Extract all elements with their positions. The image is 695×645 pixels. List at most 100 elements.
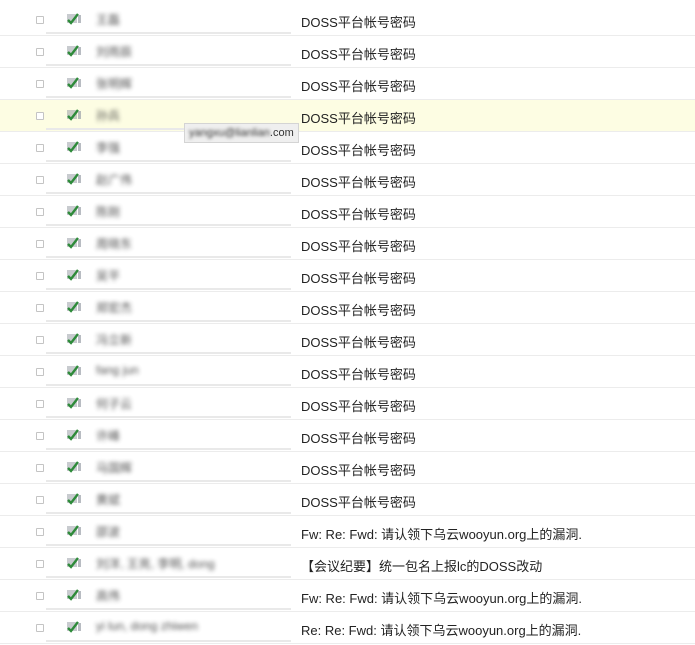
email-subject[interactable]: Fw: Re: Fwd: 请认领下乌云wooyun.org上的漏洞. (301, 524, 582, 543)
email-row[interactable]: 刘洋, 王亮, 李明, dong 【会议纪要】统一包名上报lc的DOSS改动 (0, 548, 695, 580)
mail-read-icon (66, 524, 82, 538)
email-subject[interactable]: DOSS平台帐号密码 (301, 140, 416, 159)
sender-name[interactable]: 邵波 (96, 523, 281, 540)
email-subject[interactable]: Fw: Re: Fwd: 请认领下乌云wooyun.org上的漏洞. (301, 588, 582, 607)
sender-underline (46, 512, 291, 514)
email-row[interactable]: 许峰 DOSS平台帐号密码 (0, 420, 695, 452)
email-subject[interactable]: 【会议纪要】统一包名上报lc的DOSS改动 (301, 556, 542, 575)
email-row[interactable]: 张明辉 DOSS平台帐号密码 (0, 68, 695, 100)
mail-read-icon (66, 364, 82, 378)
row-checkbox[interactable] (36, 528, 44, 536)
row-checkbox[interactable] (36, 240, 44, 248)
email-row[interactable]: 吴平 DOSS平台帐号密码 (0, 260, 695, 292)
row-checkbox[interactable] (36, 496, 44, 504)
row-checkbox[interactable] (36, 272, 44, 280)
email-row[interactable]: 周晓东 DOSS平台帐号密码 (0, 228, 695, 260)
sender-name[interactable]: yi lun, dong zhiwen (96, 619, 281, 636)
sender-name[interactable]: fang jun (96, 363, 281, 380)
email-row[interactable]: fang jun DOSS平台帐号密码 (0, 356, 695, 388)
sender-name[interactable]: 郑宏杰 (96, 299, 281, 316)
sender-address-tooltip: yangxu@lianlian.com (184, 123, 299, 143)
sender-name[interactable]: 陈刚 (96, 203, 281, 220)
email-row[interactable]: 黄斌 DOSS平台帐号密码 (0, 484, 695, 516)
mail-read-icon (66, 204, 82, 218)
email-subject[interactable]: DOSS平台帐号密码 (301, 428, 416, 447)
row-checkbox[interactable] (36, 80, 44, 88)
sender-name[interactable]: 刘雨辰 (96, 43, 281, 60)
email-subject[interactable]: DOSS平台帐号密码 (301, 172, 416, 191)
email-subject[interactable]: DOSS平台帐号密码 (301, 236, 416, 255)
sender-name[interactable]: 王磊 (96, 11, 281, 28)
email-row[interactable]: 邵波 Fw: Re: Fwd: 请认领下乌云wooyun.org上的漏洞. (0, 516, 695, 548)
email-subject[interactable]: DOSS平台帐号密码 (301, 268, 416, 287)
sender-name[interactable]: 何子云 (96, 395, 281, 412)
email-row[interactable]: 赵广伟 DOSS平台帐号密码 (0, 164, 695, 196)
email-subject[interactable]: DOSS平台帐号密码 (301, 332, 416, 351)
row-checkbox[interactable] (36, 176, 44, 184)
sender-name[interactable]: 周晓东 (96, 235, 281, 252)
row-checkbox[interactable] (36, 208, 44, 216)
email-subject[interactable]: DOSS平台帐号密码 (301, 108, 416, 127)
row-checkbox[interactable] (36, 400, 44, 408)
email-row[interactable]: 刘雨辰 DOSS平台帐号密码 (0, 36, 695, 68)
row-checkbox[interactable] (36, 304, 44, 312)
sender-name[interactable]: 赵广伟 (96, 171, 281, 188)
email-subject[interactable]: DOSS平台帐号密码 (301, 460, 416, 479)
sender-name[interactable]: 高伟 (96, 587, 281, 604)
row-checkbox[interactable] (36, 368, 44, 376)
mail-read-icon (66, 492, 82, 506)
email-row[interactable]: 孙兵 DOSS平台帐号密码 (0, 100, 695, 132)
sender-underline (46, 448, 291, 450)
email-subject[interactable]: DOSS平台帐号密码 (301, 396, 416, 415)
sender-underline (46, 224, 291, 226)
row-checkbox[interactable] (36, 624, 44, 632)
email-subject[interactable]: DOSS平台帐号密码 (301, 12, 416, 31)
sender-underline (46, 64, 291, 66)
email-row[interactable]: 郑宏杰 DOSS平台帐号密码 (0, 292, 695, 324)
email-subject[interactable]: DOSS平台帐号密码 (301, 76, 416, 95)
row-checkbox[interactable] (36, 48, 44, 56)
sender-name[interactable]: 马国辉 (96, 459, 281, 476)
row-checkbox[interactable] (36, 144, 44, 152)
email-row[interactable]: 高伟 Fw: Re: Fwd: 请认领下乌云wooyun.org上的漏洞. (0, 580, 695, 612)
row-checkbox[interactable] (36, 16, 44, 24)
mail-read-icon (66, 140, 82, 154)
sender-name[interactable]: 张明辉 (96, 75, 281, 92)
email-subject[interactable]: DOSS平台帐号密码 (301, 364, 416, 383)
sender-name[interactable]: 黄斌 (96, 491, 281, 508)
email-row[interactable]: 王磊 DOSS平台帐号密码 (0, 4, 695, 36)
row-checkbox[interactable] (36, 432, 44, 440)
mail-read-icon (66, 108, 82, 122)
email-row[interactable]: 何子云 DOSS平台帐号密码 (0, 388, 695, 420)
sender-name[interactable]: 吴平 (96, 267, 281, 284)
mail-read-icon (66, 236, 82, 250)
sender-underline (46, 320, 291, 322)
mail-read-icon (66, 588, 82, 602)
sender-name[interactable]: 孙兵 (96, 107, 281, 124)
row-checkbox[interactable] (36, 464, 44, 472)
sender-underline (46, 416, 291, 418)
sender-underline (46, 640, 291, 642)
email-row[interactable]: yi lun, dong zhiwen Re: Re: Fwd: 请认领下乌云wo… (0, 612, 695, 644)
sender-underline (46, 32, 291, 34)
email-subject[interactable]: DOSS平台帐号密码 (301, 44, 416, 63)
email-row[interactable]: 陈刚 DOSS平台帐号密码 (0, 196, 695, 228)
sender-name[interactable]: 许峰 (96, 427, 281, 444)
email-subject[interactable]: DOSS平台帐号密码 (301, 300, 416, 319)
email-subject[interactable]: DOSS平台帐号密码 (301, 492, 416, 511)
row-checkbox[interactable] (36, 336, 44, 344)
email-row[interactable]: 李强 DOSS平台帐号密码 (0, 132, 695, 164)
row-checkbox[interactable] (36, 560, 44, 568)
sender-name[interactable]: 刘洋, 王亮, 李明, dong (96, 555, 281, 572)
sender-name[interactable]: 冯立新 (96, 331, 281, 348)
mail-read-icon (66, 396, 82, 410)
email-subject[interactable]: DOSS平台帐号密码 (301, 204, 416, 223)
email-row[interactable]: 马国辉 DOSS平台帐号密码 (0, 452, 695, 484)
row-checkbox[interactable] (36, 112, 44, 120)
email-row[interactable]: 冯立新 DOSS平台帐号密码 (0, 324, 695, 356)
sender-underline (46, 384, 291, 386)
row-checkbox[interactable] (36, 592, 44, 600)
sender-underline (46, 256, 291, 258)
email-list: 王磊 DOSS平台帐号密码 刘雨辰 DOSS平台帐号密码 张明辉 DOSS平台帐号密码 孙兵… (0, 0, 695, 645)
email-subject[interactable]: Re: Re: Fwd: 请认领下乌云wooyun.org上的漏洞. (301, 620, 581, 639)
